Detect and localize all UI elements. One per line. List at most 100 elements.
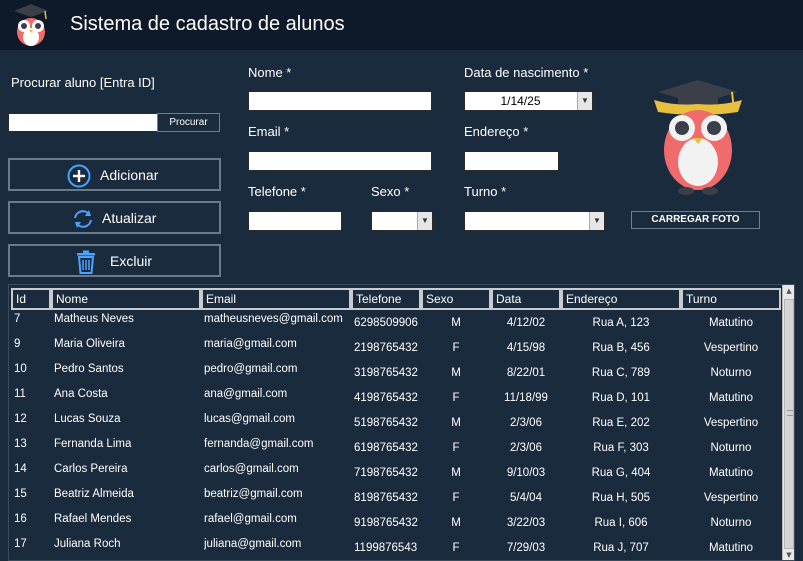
cell-telefone: 1199876543 <box>354 542 418 554</box>
cell-nome: Matheus Neves <box>54 313 134 325</box>
email-input[interactable] <box>248 151 432 171</box>
table-row[interactable]: 15 Beatriz Almeida beatriz@gmail.com 819876… <box>9 488 781 513</box>
chevron-down-icon[interactable]: ▼ <box>417 212 432 230</box>
update-button[interactable]: Atualizar <box>8 201 221 234</box>
cell-id: 11 <box>14 388 26 400</box>
cell-endereco: Rua I, 606 <box>594 517 648 529</box>
column-header-data[interactable]: Data <box>491 288 561 310</box>
table-row[interactable]: 16 Rafael Mendes rafael@gmail.com 919876543… <box>9 513 781 538</box>
sexo-select[interactable]: ▼ <box>371 211 433 231</box>
cell-nome: Lucas Souza <box>54 413 121 425</box>
cell-turno: Noturno <box>710 442 752 454</box>
cell-telefone: 6198765432 <box>354 442 418 454</box>
cell-endereco: Rua G, 404 <box>591 467 651 479</box>
endereco-label: Endereço * <box>464 124 529 139</box>
cell-turno: Matutino <box>708 317 754 329</box>
cell-data: 2/3/06 <box>510 417 542 429</box>
cell-sexo: F <box>452 492 460 504</box>
delete-button-label: Excluir <box>110 253 153 269</box>
column-header-endereco[interactable]: Endereço <box>561 288 681 310</box>
cell-sexo: M <box>451 417 461 429</box>
cell-email: pedro@gmail.com <box>204 363 298 375</box>
title-bar: Sistema de cadastro de alunos <box>0 0 803 50</box>
delete-button[interactable]: Excluir <box>8 244 221 277</box>
cell-data: 4/12/02 <box>506 317 546 329</box>
nome-input[interactable] <box>248 91 432 111</box>
table-row[interactable]: 7 Matheus Neves matheusneves@gmail.com 6298… <box>9 313 781 338</box>
cell-endereco: Rua B, 456 <box>592 342 650 354</box>
column-header-turno[interactable]: Turno <box>681 288 781 310</box>
cell-endereco: Rua E, 202 <box>592 417 650 429</box>
cell-nome: Ana Costa <box>54 388 108 400</box>
table-row[interactable]: 17 Juliana Roch juliana@gmail.com 119987654… <box>9 538 781 560</box>
table-row[interactable]: 12 Lucas Souza lucas@gmail.com 5198765432 M 2… <box>9 413 781 438</box>
chevron-down-icon[interactable]: ▼ <box>589 212 604 230</box>
cell-endereco: Rua F, 303 <box>593 442 649 454</box>
trash-icon <box>77 250 95 274</box>
search-button[interactable]: Procurar <box>157 113 220 132</box>
update-button-label: Atualizar <box>102 210 157 226</box>
cell-data: 4/15/98 <box>506 342 546 354</box>
cell-id: 15 <box>14 488 27 500</box>
table-scrollbar[interactable]: ▲ ▼ <box>782 285 794 560</box>
scroll-down-icon[interactable]: ▼ <box>783 549 794 560</box>
cell-id: 17 <box>14 538 27 550</box>
column-header-email[interactable]: Email <box>201 288 351 310</box>
add-button[interactable]: Adicionar <box>8 158 221 191</box>
sexo-label: Sexo * <box>371 184 410 199</box>
search-label: Procurar aluno [Entra ID] <box>11 75 155 90</box>
column-header-id[interactable]: Id <box>11 288 51 310</box>
column-header-nome[interactable]: Nome <box>51 288 201 310</box>
owl-graduate-icon <box>654 80 742 195</box>
cell-nome: Juliana Roch <box>54 538 121 550</box>
owl-logo-icon <box>14 4 48 46</box>
cell-nome: Fernanda Lima <box>54 438 132 450</box>
column-header-telefone[interactable]: Telefone <box>351 288 421 310</box>
cell-id: 13 <box>14 438 27 450</box>
table-row[interactable]: 11 Ana Costa ana@gmail.com 4198765432 F 11/18… <box>9 388 781 413</box>
data-nascimento-picker[interactable]: 1/14/25 ▼ <box>464 91 593 111</box>
telefone-label: Telefone * <box>248 184 306 199</box>
data-nascimento-label: Data de nascimento * <box>464 65 589 80</box>
email-label: Email * <box>248 124 290 139</box>
turno-select[interactable]: ▼ <box>464 211 605 231</box>
plus-circle-icon <box>67 164 91 188</box>
cell-data: 7/29/03 <box>506 542 546 554</box>
chevron-down-icon[interactable]: ▼ <box>577 92 592 110</box>
cell-data: 2/3/06 <box>510 442 542 454</box>
cell-id: 10 <box>14 363 27 375</box>
cell-turno: Matutino <box>708 542 754 554</box>
app-title: Sistema de cadastro de alunos <box>70 13 345 35</box>
refresh-icon <box>74 210 92 228</box>
telefone-input[interactable] <box>248 211 342 231</box>
scrollbar-thumb[interactable] <box>784 299 794 549</box>
cell-sexo: M <box>451 317 461 329</box>
cell-sexo: M <box>451 467 461 479</box>
cell-telefone: 7198765432 <box>354 467 418 479</box>
cell-nome: Rafael Mendes <box>54 513 132 525</box>
cell-data: 11/18/99 <box>504 392 548 404</box>
cell-data: 8/22/01 <box>506 367 546 379</box>
table-row[interactable]: 9 Maria Oliveira maria@gmail.com 2198765432… <box>9 338 781 363</box>
scroll-up-icon[interactable]: ▲ <box>783 285 794 298</box>
column-header-sexo[interactable]: Sexo <box>421 288 491 310</box>
cell-endereco: Rua A, 123 <box>592 317 650 329</box>
table-row[interactable]: 13 Fernanda Lima fernanda@gmail.com 6198765… <box>9 438 781 463</box>
add-button-label: Adicionar <box>100 167 159 183</box>
cell-sexo: M <box>451 367 461 379</box>
cell-email: rafael@gmail.com <box>204 513 297 525</box>
table-row[interactable]: 10 Pedro Santos pedro@gmail.com 3198765432 M… <box>9 363 781 388</box>
endereco-input[interactable] <box>464 151 559 171</box>
cell-sexo: F <box>452 542 460 554</box>
search-input[interactable] <box>8 113 158 132</box>
cell-sexo: F <box>452 392 460 404</box>
load-photo-button[interactable]: CARREGAR FOTO <box>631 211 760 229</box>
table-row[interactable]: 14 Carlos Pereira carlos@gmail.com 71987654… <box>9 463 781 488</box>
cell-nome: Pedro Santos <box>54 363 124 375</box>
cell-email: juliana@gmail.com <box>204 538 302 550</box>
cell-nome: Beatriz Almeida <box>54 488 134 500</box>
cell-turno: Noturno <box>710 517 752 529</box>
cell-id: 14 <box>14 463 27 475</box>
cell-endereco: Rua H, 505 <box>591 492 651 504</box>
cell-sexo: F <box>452 442 460 454</box>
